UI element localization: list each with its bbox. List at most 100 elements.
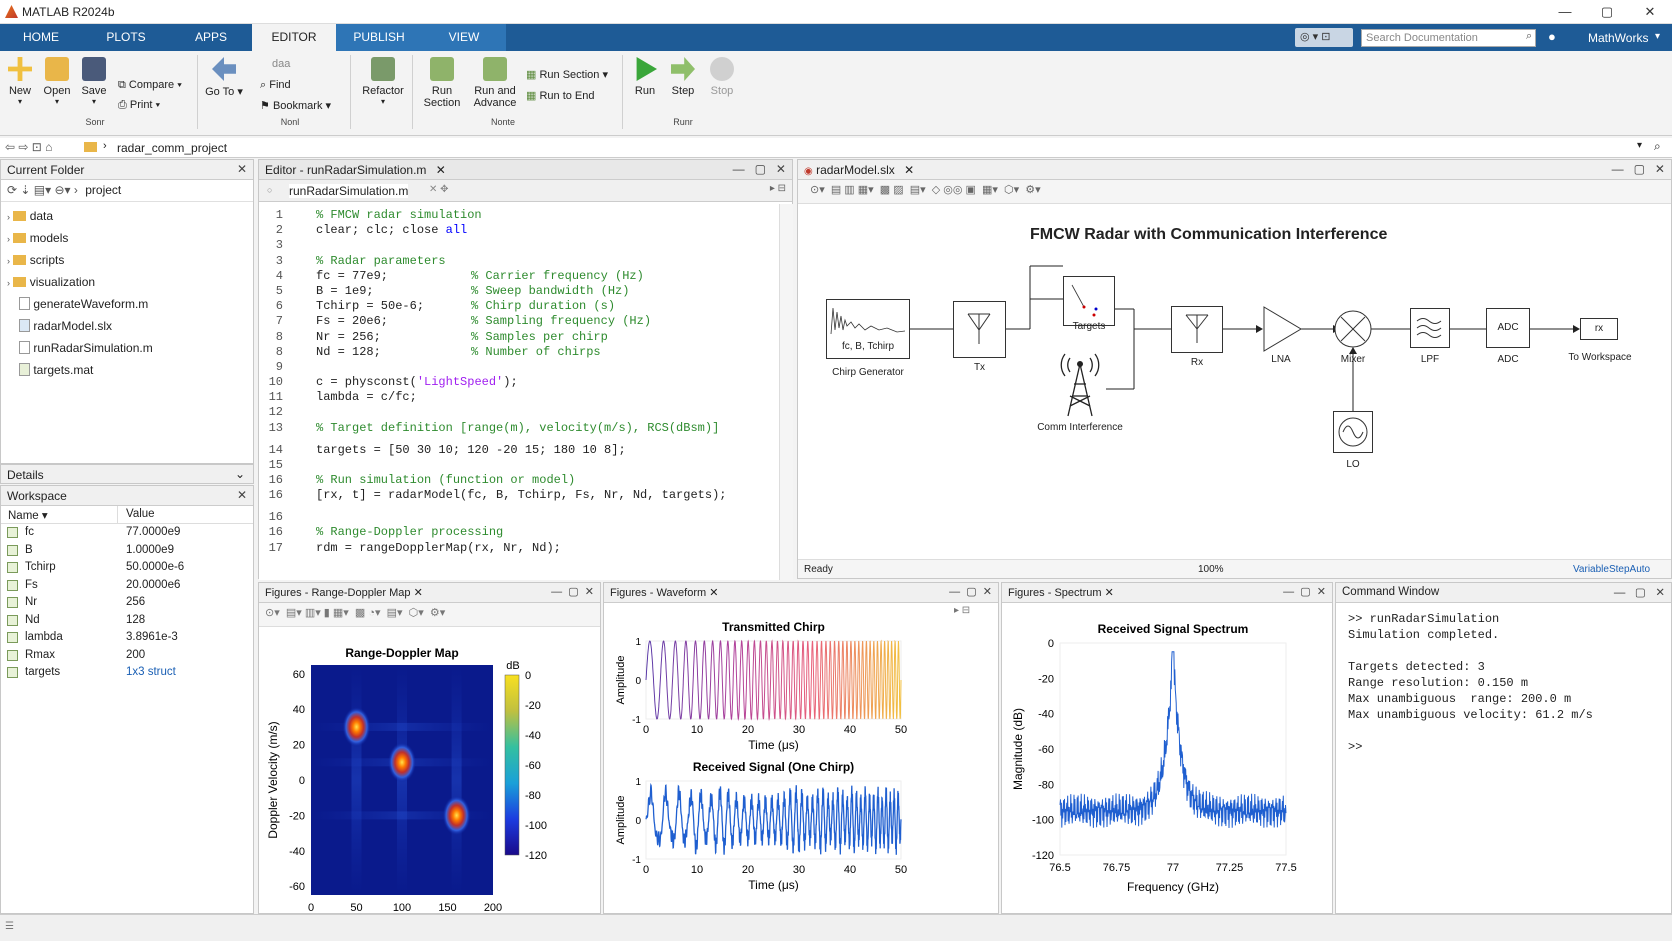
current-path[interactable]: radar_comm_project bbox=[117, 141, 227, 155]
go-to-button[interactable]: Go To ▾ bbox=[203, 57, 245, 98]
code-line[interactable]: 10 c = physconst('LightSpeed'); bbox=[259, 375, 779, 390]
run-section-button[interactable]: Run Section bbox=[418, 57, 466, 109]
waveform-plot[interactable]: Transmitted Chirp0 10 20 30 40 5010-1Time (μs… bbox=[604, 603, 998, 913]
code-line[interactable]: 3 % Radar parameters bbox=[259, 254, 779, 269]
lpf-block[interactable] bbox=[1410, 308, 1450, 348]
code-line[interactable]: 13 % Target definition [range(m), velocit… bbox=[259, 421, 779, 443]
code-line[interactable]: 1 % FMCW radar simulation bbox=[259, 208, 779, 223]
solver-link[interactable]: VariableStepAuto bbox=[1573, 564, 1650, 575]
rx-block[interactable] bbox=[1171, 306, 1223, 353]
save-button[interactable]: Save ▾ bbox=[78, 57, 110, 106]
run-to-end-button[interactable]: ▦ Run to End bbox=[526, 89, 595, 102]
details-bar[interactable]: Details ⌄ bbox=[0, 464, 254, 484]
lna-block[interactable] bbox=[1263, 306, 1303, 352]
code-line[interactable]: 14 targets = [50 30 10; 120 -20 15; 180 1… bbox=[259, 443, 779, 458]
tx-block[interactable] bbox=[953, 301, 1006, 358]
targets-block[interactable] bbox=[1063, 276, 1115, 326]
refactor-button[interactable]: Refactor ▾ bbox=[358, 57, 408, 106]
back-arrow-icon[interactable]: ⇦ ⇨ ⊡ ⌂ bbox=[5, 140, 52, 154]
close-icon[interactable]: ✕ bbox=[904, 163, 914, 177]
close-icon[interactable]: ✕ bbox=[414, 587, 423, 599]
model-tab[interactable]: radarModel.slx bbox=[816, 163, 895, 177]
editor-file-tab[interactable]: runRadarSimulation.m bbox=[289, 184, 409, 198]
list-item[interactable]: › models bbox=[1, 227, 253, 249]
tab-list-icon[interactable]: ▸ ⊟ bbox=[770, 183, 786, 194]
search-icon[interactable]: ⌕ bbox=[1526, 30, 1532, 43]
to-workspace-block[interactable]: rx bbox=[1580, 318, 1618, 340]
window-controls-icon[interactable]: — ▢ ✕ bbox=[1283, 585, 1326, 598]
code-line[interactable]: 17 rdm = rangeDopplerMap(rx, Nr, Nd); bbox=[259, 541, 779, 556]
search-folder-icon[interactable]: ⌕ bbox=[1654, 139, 1661, 154]
code-line[interactable]: 16 % Range-Doppler processing bbox=[259, 525, 779, 540]
window-controls-icon[interactable]: — ▢ ✕ bbox=[949, 585, 992, 598]
table-row[interactable]: Nr 256 bbox=[1, 594, 253, 612]
table-row[interactable]: Nd 128 bbox=[1, 612, 253, 630]
maximize-button[interactable]: ▢ bbox=[1587, 2, 1627, 22]
simulink-toolbar[interactable]: ⊙▾ ▤ ▥ ▦▾ ▩ ▨ ▤▾ ◇ ◎◎ ▣ ▦▾ ⬡▾ ⚙▾ bbox=[798, 180, 1671, 204]
code-line[interactable]: 16 [rx, t] = radarModel(fc, B, Tchirp, Fs… bbox=[259, 488, 779, 510]
tab-apps[interactable]: APPS bbox=[170, 24, 252, 51]
code-area[interactable]: 1 % FMCW radar simulation 2 clear; clc; clo… bbox=[259, 204, 779, 580]
column-name[interactable]: Name ▾ bbox=[8, 508, 48, 522]
code-line[interactable]: 11 lambda = c/fc; bbox=[259, 390, 779, 405]
lo-block[interactable] bbox=[1333, 411, 1373, 453]
code-line[interactable]: 5 B = 1e9; % Sweep bandwidth (Hz) bbox=[259, 284, 779, 299]
refresh-icon[interactable]: ⟳ ⇣ ▤▾ ⊖▾ › bbox=[7, 183, 78, 197]
list-item[interactable]: targets.mat bbox=[1, 359, 253, 381]
window-controls-icon[interactable]: — ▢ ✕ bbox=[1612, 162, 1665, 176]
bookmark-button[interactable]: ⚑ Bookmark ▾ bbox=[260, 99, 331, 112]
window-controls-icon[interactable]: — ▢ ✕ bbox=[551, 585, 594, 598]
list-item[interactable]: › scripts bbox=[1, 249, 253, 271]
table-row[interactable]: B 1.0000e9 bbox=[1, 542, 253, 560]
table-row[interactable]: Rmax 200 bbox=[1, 647, 253, 665]
tab-home[interactable]: HOME bbox=[0, 24, 82, 51]
code-line[interactable]: 12 bbox=[259, 405, 779, 420]
command-output[interactable]: >> runRadarSimulation Simulation complete… bbox=[1336, 603, 1671, 755]
list-item[interactable]: generateWaveform.m bbox=[1, 293, 253, 315]
step-button[interactable]: Step bbox=[666, 57, 700, 97]
mixer-block[interactable] bbox=[1333, 309, 1373, 349]
run-section-menu[interactable]: ▦ Run Section ▾ bbox=[526, 68, 608, 81]
close-icon[interactable]: ✕ bbox=[436, 163, 446, 177]
run-and-advance-button[interactable]: Run and Advance bbox=[470, 57, 520, 109]
code-line[interactable]: 16 % Run simulation (function or model) bbox=[259, 473, 779, 488]
stop-button[interactable]: Stop bbox=[705, 57, 739, 97]
find-button[interactable]: ⌕ Find bbox=[260, 79, 291, 92]
chevron-down-icon[interactable]: ▾ bbox=[1655, 31, 1660, 42]
adc-block[interactable]: ADC bbox=[1486, 308, 1530, 348]
window-controls-icon[interactable]: — ▢ ✕ bbox=[733, 162, 786, 176]
code-line[interactable]: 16 bbox=[259, 510, 779, 525]
code-line[interactable]: 9 bbox=[259, 360, 779, 375]
table-row[interactable]: Fs 20.0000e6 bbox=[1, 577, 253, 595]
open-button[interactable]: Open ▾ bbox=[40, 57, 74, 106]
code-line[interactable]: 15 bbox=[259, 458, 779, 473]
code-line[interactable]: 2 clear; clc; close all bbox=[259, 223, 779, 238]
search-documentation-input[interactable]: Search Documentation bbox=[1361, 29, 1536, 47]
table-row[interactable]: targets 1x3 struct bbox=[1, 664, 253, 682]
daa-button[interactable]: daa bbox=[272, 58, 290, 70]
code-line[interactable]: 8 Nr = 256; % Samples per chirp bbox=[259, 330, 779, 345]
tab-editor[interactable]: EDITOR bbox=[252, 24, 336, 51]
close-icon[interactable]: ✕ bbox=[709, 587, 718, 599]
close-window-button[interactable]: ✕ bbox=[1630, 2, 1670, 22]
code-line[interactable]: 8 Nd = 128; % Number of chirps bbox=[259, 345, 779, 360]
tab-view[interactable]: VIEW bbox=[422, 24, 506, 51]
code-line[interactable]: 6 Tchirp = 50e-6; % Chirp duration (s) bbox=[259, 299, 779, 314]
print-button[interactable]: ⎙ Print ▾ bbox=[118, 99, 160, 112]
table-row[interactable]: Tchirp 50.0000e-6 bbox=[1, 559, 253, 577]
tab-publish[interactable]: PUBLISH bbox=[336, 24, 422, 51]
user-icon[interactable]: ● bbox=[1548, 29, 1562, 45]
close-icon[interactable]: ✕ bbox=[237, 488, 247, 502]
run-button[interactable]: Run bbox=[628, 57, 662, 97]
account-menu[interactable]: MathWorks bbox=[1588, 31, 1648, 45]
chirp-generator-block[interactable]: fc, B, Tchirp bbox=[826, 299, 910, 359]
close-icon[interactable]: ✕ bbox=[1105, 587, 1114, 599]
path-dropdown-icon[interactable]: ▾ bbox=[1637, 140, 1642, 151]
list-item[interactable]: runRadarSimulation.m bbox=[1, 337, 253, 359]
close-icon[interactable]: ✕ bbox=[237, 162, 247, 176]
new-button[interactable]: New ▾ bbox=[4, 57, 36, 106]
table-row[interactable]: fc 77.0000e9 bbox=[1, 524, 253, 542]
minimize-button[interactable]: — bbox=[1545, 2, 1585, 22]
list-item[interactable]: › data bbox=[1, 205, 253, 227]
column-value[interactable]: Value bbox=[126, 508, 155, 520]
